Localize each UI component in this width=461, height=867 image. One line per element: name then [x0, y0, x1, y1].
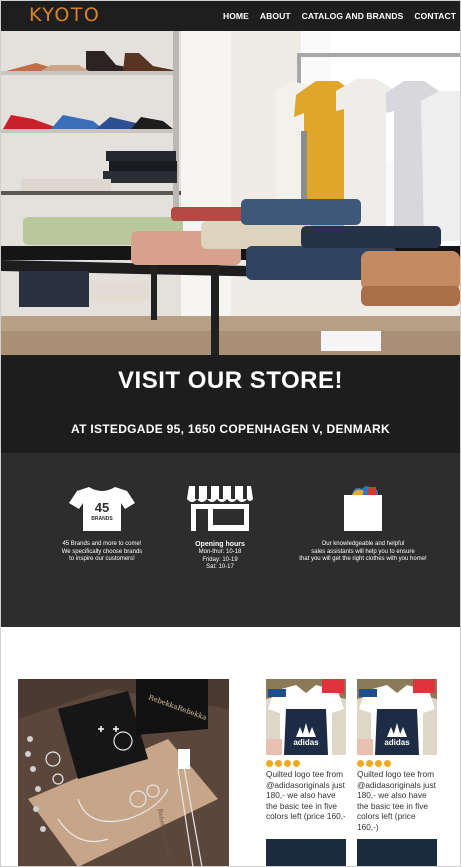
instagram-post[interactable]: adidas Quilted logo tee from @adidasorig… [357, 679, 437, 832]
post-image[interactable]: adidas [266, 679, 346, 755]
main-nav: HOME ABOUT CATALOG AND BRANDS CONTACT [223, 1, 456, 31]
svg-text:adidas: adidas [384, 738, 410, 747]
post-caption: Quilted logo tee from @adidasoriginals j… [357, 769, 436, 832]
shopping-bag-icon [344, 486, 382, 531]
emoji-icon [357, 760, 364, 767]
post-caption: Quilted logo tee from @adidasoriginals j… [266, 769, 346, 821]
kyoto-logo[interactable]: KYOTO [29, 4, 101, 24]
emoji-icon [375, 760, 382, 767]
nav-catalog-and-brands[interactable]: CATALOG AND BRANDS [302, 11, 404, 21]
opening-hours-saturday: Sat: 10-17 [206, 564, 234, 570]
instagram-post[interactable]: adidas Quilted logo tee from @adidasorig… [266, 679, 346, 822]
page-frame: KYOTO HOME ABOUT CATALOG AND BRANDS CONT… [0, 0, 461, 867]
instagram-feed-section: RebekkaRebekka RebekkaRebekka adidas Qui… [1, 627, 460, 866]
tshirt-icon: 45 BRANDS [69, 487, 135, 531]
nav-contact[interactable]: CONTACT [414, 11, 456, 21]
store-hero-image [1, 31, 460, 355]
emoji-icon [366, 760, 373, 767]
feature-assistants-line-1: Our knowledgeable and helpful [321, 541, 405, 547]
store-address: AT ISTEDGADE 95, 1650 COPENHAGEN V, DENM… [71, 422, 390, 436]
nav-home[interactable]: HOME [223, 11, 249, 21]
emoji-icon [266, 760, 273, 767]
opening-hours-friday: Friday: 10-19 [202, 556, 238, 563]
feature-opening-hours: Opening hours Mon-thur: 10-18 Friday: 10… [145, 483, 295, 572]
emoji-icon [293, 760, 300, 767]
svg-text:adidas: adidas [293, 738, 319, 747]
jewelry-photo[interactable]: RebekkaRebekka RebekkaRebekka [18, 679, 229, 866]
visit-store-heading: VISIT OUR STORE! [118, 367, 343, 394]
post-emoji-row [357, 760, 437, 767]
svg-text:BRANDS: BRANDS [91, 516, 113, 522]
opening-hours-title: Opening hours [195, 541, 245, 548]
post-image[interactable]: adidas [357, 679, 437, 755]
instagram-post-thumbnail[interactable] [266, 839, 346, 866]
svg-text:45: 45 [95, 500, 109, 515]
feature-assistants-line-3: that you will get the right clothes with… [299, 556, 427, 562]
feature-assistants-line-2: sales assistants will help you to ensure [311, 548, 415, 555]
opening-hours-mon-thur: Mon-thur: 10-18 [198, 549, 242, 555]
instagram-post-thumbnail[interactable] [357, 839, 437, 866]
feature-assistants: Our knowledgeable and helpful sales assi… [283, 483, 443, 564]
visit-store-banner: VISIT OUR STORE! AT ISTEDGADE 95, 1650 C… [1, 355, 460, 453]
nav-about[interactable]: ABOUT [260, 11, 291, 21]
svg-text:KYOTO: KYOTO [29, 4, 100, 24]
top-navigation-bar: KYOTO HOME ABOUT CATALOG AND BRANDS CONT… [1, 1, 460, 31]
emoji-icon [284, 760, 291, 767]
emoji-icon [384, 760, 391, 767]
storefront-icon [187, 486, 253, 531]
emoji-icon [275, 760, 282, 767]
post-emoji-row [266, 760, 346, 767]
features-section: 45 BRANDS 45 Brands and more to come! We… [1, 453, 460, 627]
